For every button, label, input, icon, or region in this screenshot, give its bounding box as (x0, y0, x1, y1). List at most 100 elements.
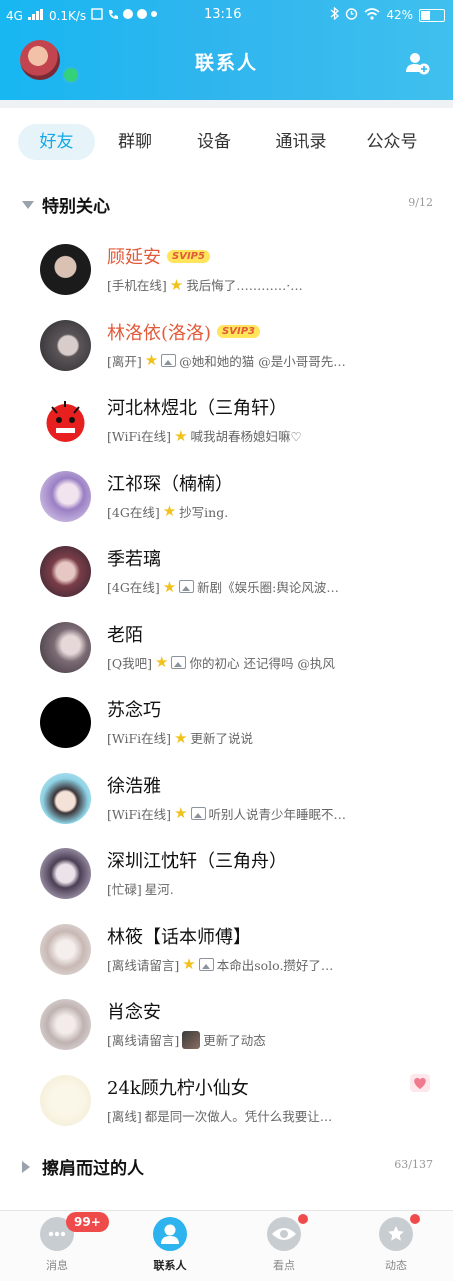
star-icon: ★ (162, 502, 177, 520)
battery-icon (419, 8, 445, 22)
contact-name: 林筱【话本师傅】 (107, 926, 251, 948)
contact-tabs: 好友 群聊 设备 通讯录 公众号 (18, 124, 435, 160)
nav-label: 消息 (46, 1259, 68, 1272)
unread-badge: 99+ (66, 1212, 109, 1232)
star-icon: ★ (174, 426, 188, 445)
star-icon: ★ (174, 728, 188, 747)
image-icon (190, 806, 206, 820)
contact-name: 深圳江忱轩（三角舟） (107, 851, 287, 872)
contact-name: 顾延安 (107, 247, 161, 268)
last-message: 抄写ing. (179, 504, 229, 520)
group-count: 9/12 (408, 196, 433, 209)
star-icon: ★ (169, 275, 184, 294)
heart-icon (409, 1073, 431, 1093)
contact-name: 苏念巧 (107, 700, 161, 721)
star-icon: ★ (155, 653, 169, 671)
avatar (40, 546, 91, 597)
avatar (40, 848, 91, 899)
contact-row[interactable]: 林筱【话本师傅】 [离线请留言] ★ 本命出solo.攒好了… (0, 910, 453, 986)
online-status: [离线] (107, 1108, 142, 1124)
avatar (40, 1074, 91, 1126)
battery-percent: 42% (386, 8, 413, 22)
last-message: 都是同一次做人。凭什么我要让… (144, 1108, 333, 1124)
contact-row[interactable]: 24k顾九柠小仙女 [离线] 都是同一次做人。凭什么我要让… (0, 1061, 453, 1137)
contact-row[interactable]: 顾延安 SVIP5 [手机在线] ★ 我后悔了…………·… (0, 230, 453, 306)
image-icon (161, 353, 177, 367)
tab-friends[interactable]: 好友 (18, 124, 95, 160)
nav-label: 动态 (385, 1259, 407, 1272)
contact-row[interactable]: 江祁琛（楠楠） [4G在线] ★ 抄写ing. (0, 457, 453, 533)
contact-name: 24k顾九柠小仙女 (107, 1077, 249, 1099)
avatar (40, 319, 91, 371)
last-message: 更新了说说 (190, 731, 254, 746)
header-bar: 4G 0.1K/s 13:16 42% 联系人 (0, 0, 453, 100)
status-bar: 4G 0.1K/s 13:16 42% (0, 0, 453, 30)
bluetooth-icon (330, 6, 340, 23)
avatar (40, 999, 91, 1050)
tab-official-accounts[interactable]: 公众号 (349, 124, 435, 160)
contact-row[interactable]: 肖念安 [离线请留言] 更新了动态 (0, 985, 453, 1061)
last-message: 新剧《娱乐圈:舆论风波… (197, 580, 339, 595)
nav-label: 看点 (273, 1259, 295, 1272)
clock: 13:16 (204, 7, 242, 22)
last-message: 我后悔了…………·… (186, 278, 303, 293)
svip-badge: SVIP3 (217, 325, 260, 338)
group-name: 特别关心 (42, 197, 110, 217)
nav-moments[interactable]: 动态 (356, 1217, 436, 1273)
online-status: [WiFi在线] (107, 731, 172, 746)
last-message: @她和她的猫 @是小哥哥先… (179, 353, 346, 369)
online-status: [WiFi在线] (107, 429, 172, 444)
thumbnail-icon (182, 1030, 201, 1049)
avatar (40, 923, 91, 975)
add-friend-icon[interactable] (405, 50, 431, 76)
contact-row[interactable]: 季若璃 [4G在线] ★ 新剧《娱乐圈:舆论风波… (0, 532, 453, 608)
contact-row[interactable]: 林洛依(洛洛) SVIP3 [离开] ★ @她和她的猫 @是小哥哥先… (0, 306, 453, 382)
avatar (40, 621, 91, 673)
online-status: [离开] (107, 353, 142, 369)
contact-name: 徐浩雅 (107, 775, 161, 797)
contact-name: 河北林煜北（三角轩） (107, 398, 287, 419)
nav-discover[interactable]: 看点 (244, 1217, 324, 1273)
online-status: [离线请留言] (107, 1033, 180, 1048)
tab-devices[interactable]: 设备 (175, 124, 253, 160)
last-message: 你的初心 还记得吗 @执风 (189, 655, 335, 671)
group-count: 63/137 (394, 1158, 433, 1171)
divider (0, 100, 453, 108)
image-icon (179, 580, 195, 593)
last-message: 更新了动态 (203, 1033, 266, 1048)
alarm-icon (345, 7, 358, 23)
new-dot-discover (298, 1214, 308, 1224)
contact-row[interactable]: 河北林煜北（三角轩） [WiFi在线] ★ 喊我胡春杨媳妇嘛♡ (0, 381, 453, 457)
network-type: 4G (6, 8, 23, 23)
signal-icon (27, 8, 44, 23)
online-status: [离线请留言] (107, 957, 180, 973)
online-status: [WiFi在线] (107, 806, 172, 822)
group-header-passing[interactable]: 擦肩而过的人 63/137 (0, 1152, 453, 1182)
group-header-special[interactable]: 特别关心 9/12 (0, 190, 453, 220)
nav-label: 联系人 (153, 1259, 187, 1272)
network-speed: 0.1K/s (48, 8, 87, 23)
nav-contacts[interactable]: 联系人 (130, 1217, 210, 1273)
avatar (40, 772, 91, 824)
contact-row[interactable]: 深圳江忱轩（三角舟） [忙碌] 星河. (0, 834, 453, 910)
contact-row[interactable]: 苏念巧 [WiFi在线] ★ 更新了说说 (0, 683, 453, 759)
online-status: [Q我吧] (107, 655, 153, 671)
contact-row[interactable]: 老陌 [Q我吧] ★ 你的初心 还记得吗 @执风 (0, 608, 453, 684)
star-planet-icon (379, 1217, 413, 1251)
online-status: [手机在线] (107, 278, 167, 293)
expand-arrow-icon (22, 201, 34, 209)
tab-groups[interactable]: 群聊 (95, 124, 175, 160)
star-icon: ★ (174, 804, 188, 822)
star-icon: ★ (144, 351, 159, 369)
online-status: [忙碌] (107, 882, 142, 897)
wifi-icon (364, 7, 380, 23)
page-title: 联系人 (194, 52, 258, 74)
contact-name: 老陌 (107, 624, 143, 646)
contact-name: 肖念安 (107, 1002, 161, 1023)
last-message: 星河. (144, 882, 174, 897)
notification-icons (91, 8, 158, 23)
avatar (40, 395, 91, 446)
contact-row[interactable]: 徐浩雅 [WiFi在线] ★ 听别人说青少年睡眠不… (0, 759, 453, 835)
tab-address-book[interactable]: 通讯录 (253, 124, 349, 160)
group-name: 擦肩而过的人 (42, 1159, 144, 1179)
